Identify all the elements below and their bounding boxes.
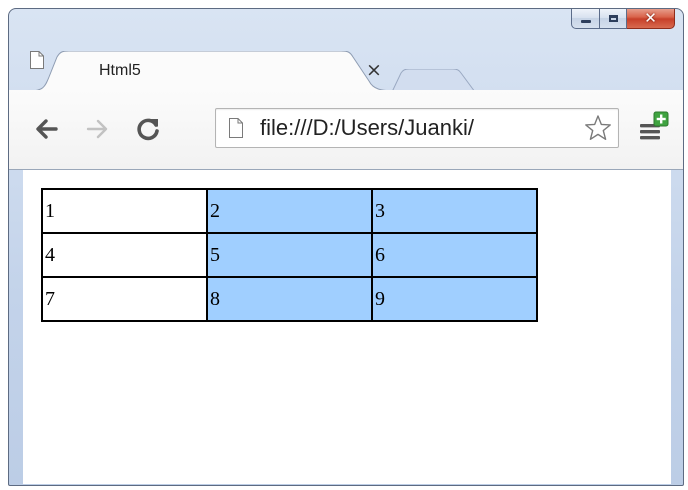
table-row: 4 5 6 [41, 232, 538, 278]
tab-close-button[interactable]: × [366, 59, 382, 81]
address-bar[interactable]: file:///D:/Users/Juanki/ [215, 108, 619, 148]
table-cell: 5 [206, 232, 373, 278]
page-icon [229, 118, 243, 138]
reload-icon [137, 118, 159, 141]
forward-button[interactable] [81, 112, 115, 146]
tab-html5[interactable]: Html5 × [29, 51, 395, 91]
browser-window: ✕ Html5 × file:///D:/Users/Juanki/ 1 2 3… [8, 8, 684, 486]
url-text[interactable]: file:///D:/Users/Juanki/ [260, 115, 576, 141]
table-cell: 7 [41, 276, 208, 322]
table-row: 7 8 9 [41, 276, 538, 322]
page-content: 1 2 3 4 5 6 7 8 9 [23, 170, 671, 484]
back-arrow-icon [36, 119, 58, 139]
forward-arrow-icon [86, 119, 108, 139]
close-icon: ✕ [644, 8, 657, 27]
page-icon [30, 51, 44, 69]
close-window-button[interactable]: ✕ [627, 8, 675, 29]
table-cell: 1 [41, 188, 208, 234]
maximize-button[interactable] [600, 9, 627, 29]
tab-shape [29, 51, 395, 91]
minimize-icon [580, 19, 591, 23]
star-icon[interactable] [584, 114, 612, 142]
browser-toolbar: file:///D:/Users/Juanki/ [9, 90, 683, 170]
chrome-menu-icon[interactable] [636, 110, 676, 146]
back-button[interactable] [29, 112, 63, 146]
table-cell: 2 [206, 188, 373, 234]
table-cell: 4 [41, 232, 208, 278]
table-cell: 6 [371, 232, 538, 278]
number-table: 1 2 3 4 5 6 7 8 9 [41, 188, 538, 322]
table-cell: 3 [371, 188, 538, 234]
table-cell: 9 [371, 276, 538, 322]
minimize-button[interactable] [571, 9, 600, 29]
reload-button[interactable] [131, 112, 165, 146]
window-caption-buttons: ✕ [571, 8, 675, 30]
tab-title: Html5 [99, 62, 141, 79]
table-cell: 8 [206, 276, 373, 322]
table-row: 1 2 3 [41, 188, 538, 234]
maximize-icon [608, 14, 618, 22]
